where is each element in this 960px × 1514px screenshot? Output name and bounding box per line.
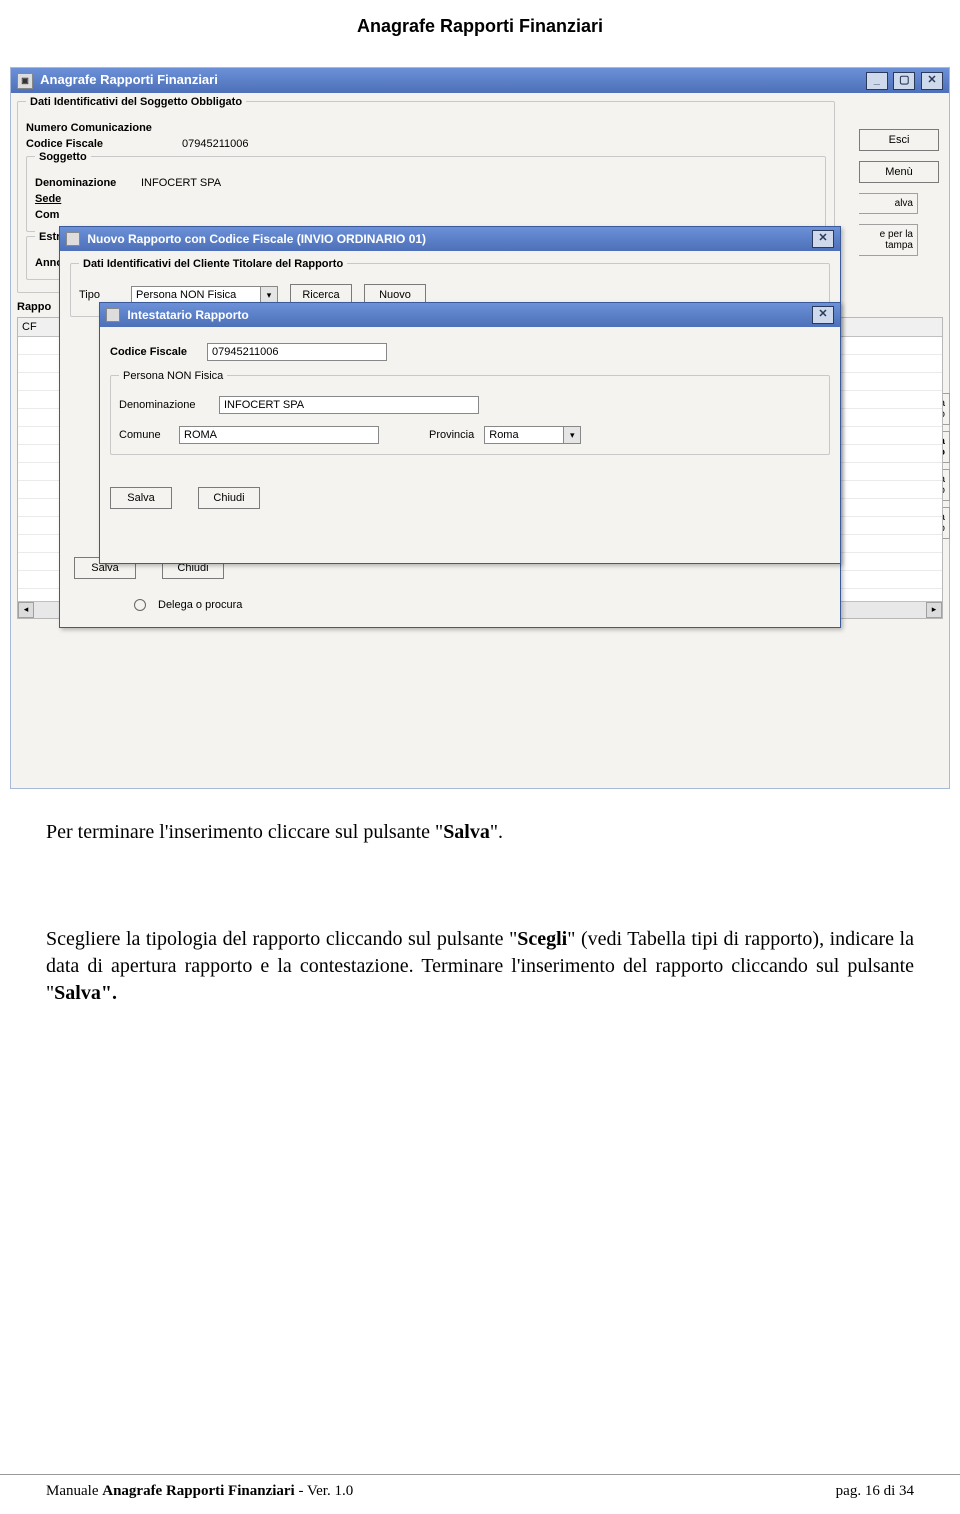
maximize-icon[interactable]: ▢ bbox=[893, 72, 915, 90]
main-title: Anagrafe Rapporti Finanziari bbox=[40, 72, 218, 87]
denominazione-input[interactable] bbox=[219, 396, 479, 414]
modal2-salva-button[interactable]: Salva bbox=[110, 487, 172, 509]
scroll-right-icon[interactable]: ▸ bbox=[926, 602, 942, 618]
value-codice-fiscale: 07945211006 bbox=[182, 138, 248, 150]
footer-page-number: pag. 16 di 34 bbox=[836, 1483, 914, 1500]
close-icon[interactable]: ✕ bbox=[921, 72, 943, 90]
stampa-line2: tampa bbox=[885, 240, 913, 251]
label-numero-comunicazione: Numero Comunicazione bbox=[26, 122, 152, 134]
modal2-title: Intestatario Rapporto bbox=[127, 308, 248, 322]
modal-icon bbox=[106, 308, 120, 322]
paragraph-2: Scegliere la tipologia del rapporto clic… bbox=[46, 926, 914, 1007]
group-dati-identificativi: Dati Identificativi del Soggetto Obbliga… bbox=[26, 96, 246, 108]
modal1-title: Nuovo Rapporto con Codice Fiscale (INVIO… bbox=[87, 232, 426, 246]
label-codice-fiscale: Codice Fiscale bbox=[26, 138, 126, 150]
close-icon[interactable]: ✕ bbox=[812, 306, 834, 324]
label-tipo: Tipo bbox=[79, 289, 119, 301]
text-bold: Scegli bbox=[517, 928, 567, 950]
text: Scegliere la tipologia del rapporto clic… bbox=[46, 928, 517, 950]
label-denominazione: Denominazione bbox=[35, 177, 135, 189]
paragraph-1: Per terminare l'inserimento cliccare sul… bbox=[46, 819, 914, 846]
text-bold: Salva bbox=[443, 821, 490, 843]
menu-button[interactable]: Menù bbox=[859, 161, 939, 183]
stampa-button-partial[interactable]: e per la tampa bbox=[859, 224, 918, 256]
label-sede: Sede bbox=[35, 193, 135, 205]
label-delega-procura: Delega o procura bbox=[158, 599, 242, 611]
text-bold: Salva". bbox=[54, 982, 117, 1004]
group-cliente-titolare: Dati Identificativi del Cliente Titolare… bbox=[79, 258, 347, 270]
footer-version: - Ver. 1.0 bbox=[295, 1483, 353, 1499]
label-provincia: Provincia bbox=[429, 429, 474, 441]
text: ". bbox=[490, 821, 503, 843]
document-header: Anagrafe Rapporti Finanziari bbox=[0, 0, 960, 67]
cf-input[interactable] bbox=[207, 343, 387, 361]
label-denominazione-m2: Denominazione bbox=[119, 399, 209, 411]
label-comune: Comune bbox=[119, 429, 169, 441]
modal-icon bbox=[66, 232, 80, 246]
provincia-select[interactable] bbox=[484, 426, 564, 444]
main-titlebar: ▣ Anagrafe Rapporti Finanziari _ ▢ ✕ bbox=[11, 68, 949, 93]
close-icon[interactable]: ✕ bbox=[812, 230, 834, 248]
footer-title: Anagrafe Rapporti Finanziari bbox=[102, 1483, 295, 1499]
app-screenshot: ▣ Anagrafe Rapporti Finanziari _ ▢ ✕ Esc… bbox=[10, 67, 950, 789]
minimize-icon[interactable]: _ bbox=[866, 72, 888, 90]
label-rapporti: Rappo bbox=[17, 301, 51, 313]
modal-intestatario-rapporto: Intestatario Rapporto ✕ Codice Fiscale P… bbox=[99, 302, 841, 564]
stampa-line1: e per la bbox=[880, 229, 913, 240]
app-icon: ▣ bbox=[17, 73, 33, 89]
page-footer: Manuale Anagrafe Rapporti Finanziari - V… bbox=[0, 1474, 960, 1514]
salva-button-partial[interactable]: alva bbox=[859, 193, 918, 214]
footer-text: Manuale bbox=[46, 1483, 102, 1499]
chevron-down-icon[interactable]: ▾ bbox=[564, 426, 581, 444]
label-cf-modal2: Codice Fiscale bbox=[110, 346, 187, 358]
group-persona-non-fisica: Persona NON Fisica bbox=[119, 370, 227, 382]
group-soggetto: Soggetto bbox=[35, 151, 91, 163]
modal2-chiudi-button[interactable]: Chiudi bbox=[198, 487, 260, 509]
delega-radio[interactable] bbox=[134, 599, 146, 611]
comune-input[interactable] bbox=[179, 426, 379, 444]
value-denominazione: INFOCERT SPA bbox=[141, 177, 221, 189]
text: Per terminare l'inserimento cliccare sul… bbox=[46, 821, 443, 843]
label-com: Com bbox=[35, 209, 135, 221]
esci-button[interactable]: Esci bbox=[859, 129, 939, 151]
scroll-left-icon[interactable]: ◂ bbox=[18, 602, 34, 618]
